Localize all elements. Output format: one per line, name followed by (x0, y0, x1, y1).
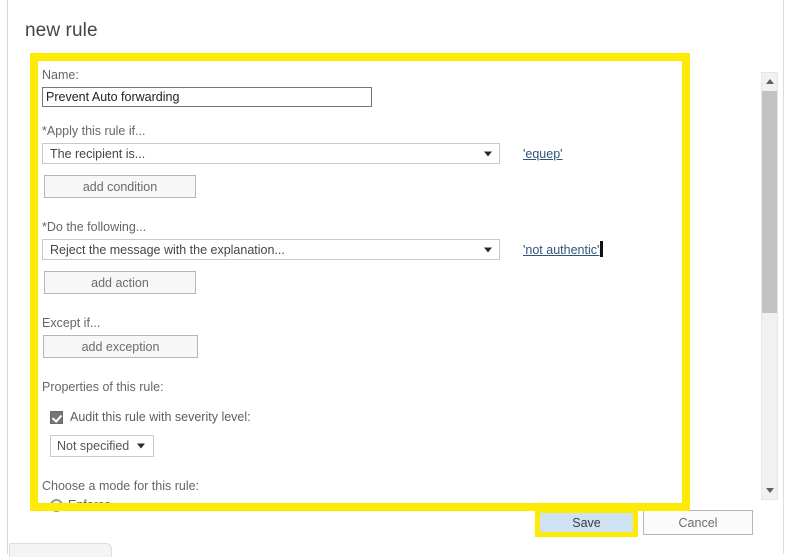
mode-enforce-row[interactable]: Enforce (50, 498, 742, 512)
action-select-value: Reject the message with the explanation.… (50, 242, 285, 257)
scroll-up-arrow-button[interactable] (762, 73, 777, 90)
page-title: new rule (25, 20, 98, 41)
condition-select-value: The recipient is... (50, 146, 146, 161)
name-label: Name: (42, 68, 79, 82)
add-condition-button[interactable]: add condition (44, 175, 196, 198)
left-chrome-rail (0, 0, 8, 554)
properties-label: Properties of this rule: (42, 380, 164, 394)
audit-rule-checkbox-label: Audit this rule with severity level: (70, 410, 251, 424)
except-if-label: Except if... (42, 316, 101, 330)
save-button[interactable]: Save (540, 513, 633, 532)
mode-enforce-label: Enforce (68, 498, 112, 512)
condition-value-link[interactable]: 'equep' (523, 147, 563, 161)
scroll-down-arrow-button[interactable] (762, 482, 777, 499)
choose-mode-label: Choose a mode for this rule: (42, 479, 200, 493)
do-the-following-label: *Do the following... (42, 220, 147, 234)
action-select[interactable]: Reject the message with the explanation.… (42, 239, 500, 260)
severity-level-value: Not specified (57, 439, 130, 453)
action-value-link[interactable]: 'not authentic' (523, 240, 604, 257)
mode-enforce-radio[interactable] (50, 498, 63, 512)
do-action-row: Reject the message with the explanation.… (42, 239, 742, 260)
severity-level-select[interactable]: Not specified (50, 435, 154, 457)
chevron-down-icon (484, 151, 492, 156)
scrollbar-thumb[interactable] (762, 91, 777, 313)
right-chrome-rail (783, 0, 788, 554)
apply-rule-if-label: *Apply this rule if... (42, 124, 146, 138)
chevron-down-icon (484, 247, 492, 252)
add-action-button[interactable]: add action (44, 271, 196, 294)
cancel-button[interactable]: Cancel (643, 510, 753, 535)
chevron-down-icon (137, 443, 145, 449)
chevron-down-icon (765, 488, 774, 493)
rule-name-input[interactable] (42, 87, 372, 107)
apply-condition-row: The recipient is... 'equep' (42, 143, 742, 164)
form-scrollbar[interactable] (761, 72, 778, 500)
add-exception-button[interactable]: add exception (43, 335, 198, 358)
condition-select[interactable]: The recipient is... (42, 143, 500, 164)
chevron-up-icon (765, 79, 774, 84)
bottom-panel-peek (9, 543, 112, 557)
audit-rule-checkbox-row[interactable]: Audit this rule with severity level: (50, 410, 742, 424)
audit-rule-checkbox[interactable] (50, 410, 63, 424)
new-rule-form: Name: *Apply this rule if... The recipie… (42, 68, 742, 512)
